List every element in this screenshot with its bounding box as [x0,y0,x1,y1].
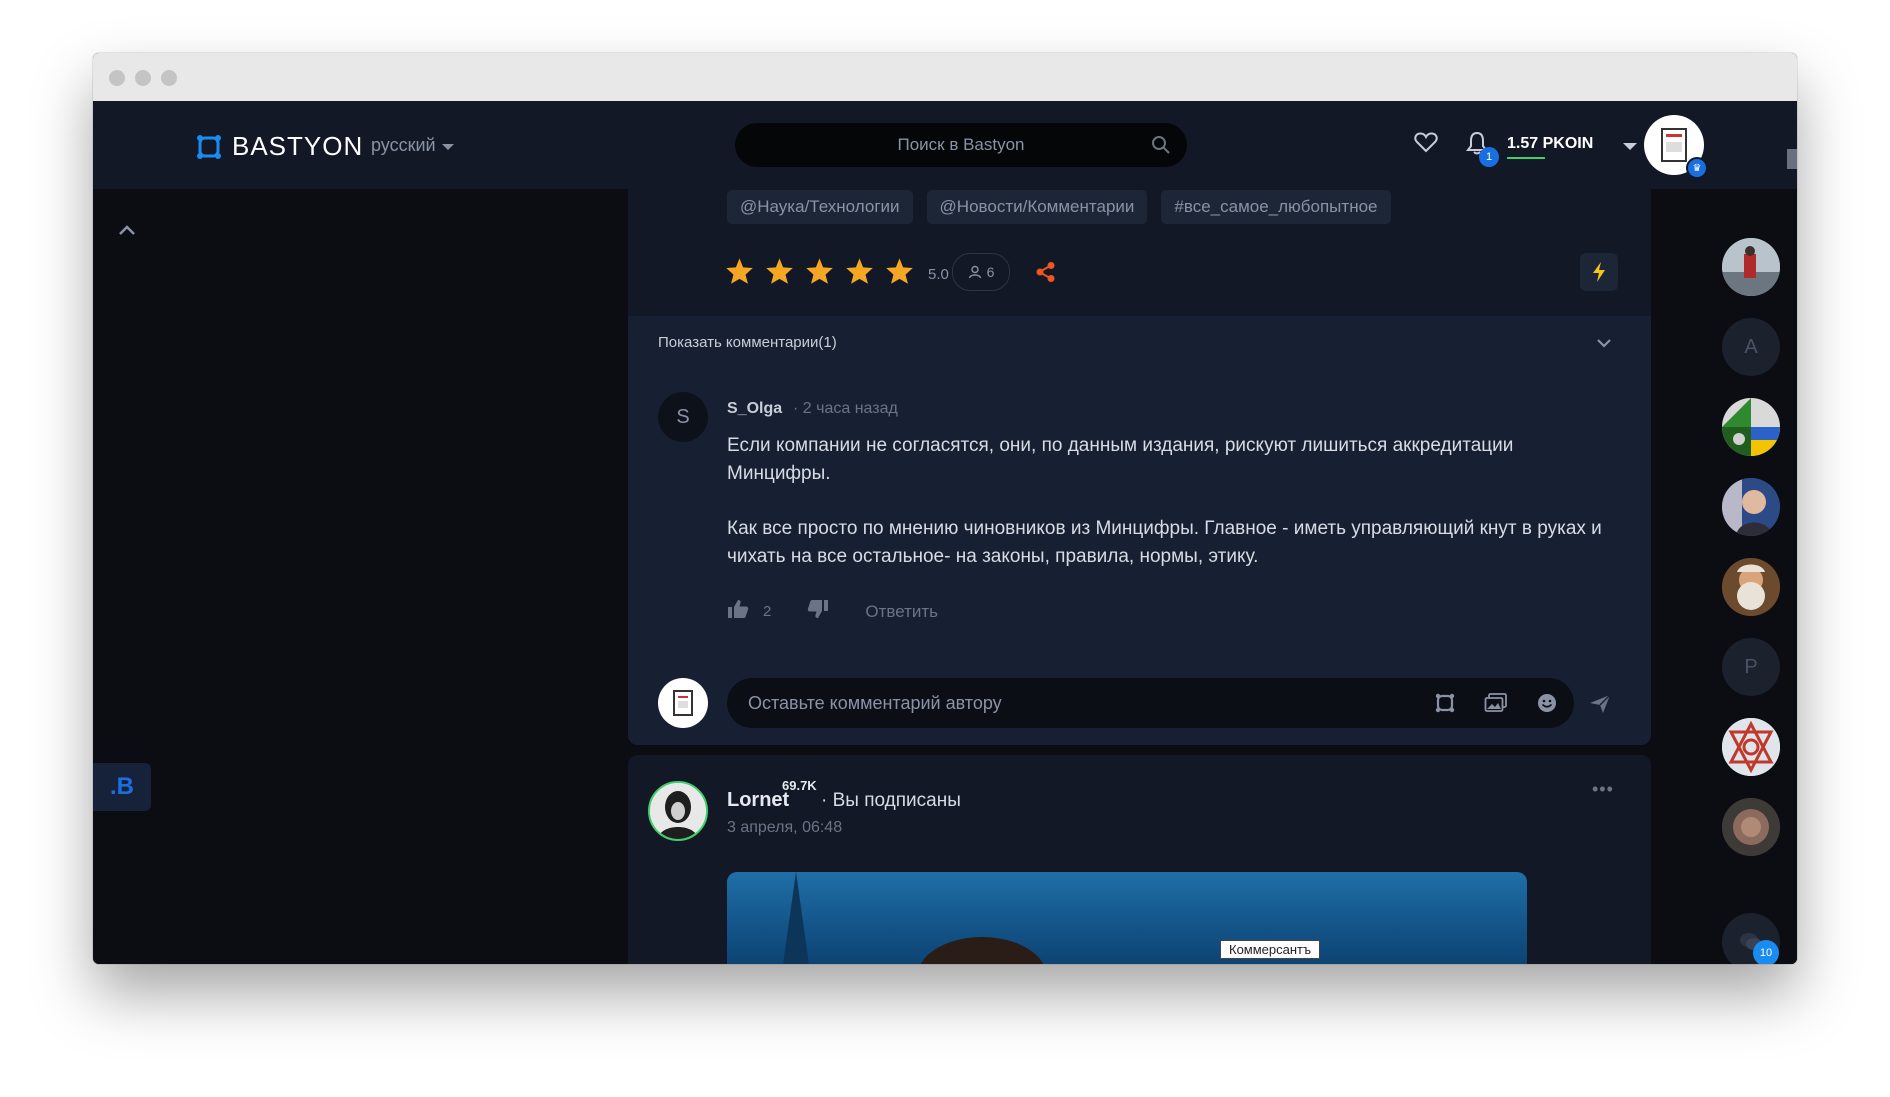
logo-text: BASTYON [232,131,364,161]
page-scrollbar[interactable] [1787,149,1797,964]
notification-badge: 1 [1479,147,1499,167]
user-avatar-image [1661,128,1687,162]
raters-count[interactable]: 6 [952,253,1010,291]
comment-field-icons [1434,692,1558,719]
search-icon[interactable] [1151,135,1171,160]
subscription-status: · Вы подписаны [821,790,961,811]
chat-badge: 10 [1753,940,1779,964]
image-figure-shape [917,937,1047,964]
chevron-up-icon[interactable] [117,223,137,242]
reply-link[interactable]: Ответить [865,602,938,622]
lightning-icon [1593,262,1605,282]
bastyon-logo-icon [196,134,222,160]
language-label: русский [371,135,436,155]
comments-section: Показать комментарии(1) S S_Olga · 2 час… [628,316,1651,745]
balance-dropdown-icon[interactable] [1623,143,1637,150]
tag[interactable]: #все_самое_любопытное [1161,190,1391,224]
wallet-balance[interactable]: 1.57 PKOIN [1507,135,1593,153]
avatar-photo-icon [1722,238,1780,296]
image-upload-icon[interactable] [1484,692,1508,719]
rail-avatar[interactable] [1722,798,1780,856]
avatar-person-icon [1722,478,1780,536]
post-menu-button[interactable]: ••• [1592,779,1614,800]
star-rating [725,257,914,285]
comment-time: · 2 часа назад [793,400,898,417]
avatar-bearded-man-icon [1722,558,1780,616]
image-spire-shape [782,872,810,964]
show-comments-toggle[interactable]: Показать комментарии(1) [658,334,837,351]
raters-number: 6 [986,264,995,280]
heart-icon[interactable] [1414,131,1438,158]
image-caption-label: Коммерсантъ [1220,940,1321,959]
thumbs-down-icon[interactable] [807,599,829,624]
author-reputation: 69.7K [782,778,817,793]
thumbs-up-icon[interactable] [727,599,749,624]
comment-paragraph: Как все просто по мнению чиновников из М… [727,518,1602,567]
post-date: 3 апреля, 06:48 [727,819,843,836]
avatar-mandala-icon [1722,718,1780,776]
post-image[interactable]: Коммерсантъ [727,872,1527,964]
crown-badge-icon: ♛ [1686,157,1708,179]
rail-avatar-letter: A [1744,335,1758,358]
star-icon[interactable] [885,257,914,285]
title-bar [93,53,1797,101]
chevron-down-icon[interactable] [1595,336,1613,354]
tag[interactable]: @Наука/Технологии [727,190,913,224]
rail-avatar-letter: P [1744,655,1758,678]
comment-author[interactable]: S_Olga [727,400,782,418]
caret-down-icon [441,143,454,150]
current-user-avatar [658,678,708,728]
author-avatar[interactable] [648,781,708,841]
rail-avatar[interactable] [1722,238,1780,296]
comment-input[interactable] [746,691,1310,715]
app: BASTYON русский 1 1.57 PKOIN [93,101,1797,964]
post-tags: @Наука/Технологии @Новости/Комментарии #… [727,190,1391,224]
balance-underline [1507,157,1545,159]
user-icon [968,265,981,279]
language-select[interactable]: русский [371,135,454,156]
send-icon[interactable] [1589,694,1611,719]
user-avatar-image [673,690,693,716]
avatar-flags-icon [1722,398,1780,456]
rail-avatar[interactable] [1722,718,1780,776]
scroll-thumb[interactable] [1787,149,1797,169]
comment-text: Если компании не согласятся, они, по дан… [727,432,1607,598]
star-icon[interactable] [845,257,874,285]
minimize-window-button[interactable] [135,70,151,86]
rail-avatar[interactable]: A [1722,318,1780,376]
top-header: BASTYON русский 1 1.57 PKOIN [93,101,1797,189]
rail-avatar[interactable] [1722,558,1780,616]
comment-avatar[interactable]: S [658,392,708,442]
rating-value: 5.0 [928,266,949,283]
maximize-window-button[interactable] [161,70,177,86]
star-icon[interactable] [765,257,794,285]
star-icon[interactable] [725,257,754,285]
post-card: @Наука/Технологии @Новости/Комментарии #… [628,189,1651,745]
comment-field [727,678,1574,728]
logo[interactable]: BASTYON [196,131,363,162]
post-author[interactable]: Lornet [727,789,789,812]
comment-actions: 2 Ответить [727,599,938,624]
rail-avatar[interactable]: P [1722,638,1780,696]
search-input[interactable] [779,134,1143,156]
close-window-button[interactable] [109,70,125,86]
browser-window: BASTYON русский 1 1.57 PKOIN [93,53,1797,964]
bastyon-b-button[interactable]: .B [93,763,151,811]
share-icon[interactable] [1035,261,1057,288]
rail-avatar[interactable] [1722,478,1780,536]
tag[interactable]: @Новости/Комментарии [926,190,1148,224]
donate-icon[interactable] [1434,692,1456,719]
emoji-icon[interactable] [1536,692,1558,719]
star-icon[interactable] [805,257,834,285]
rail-avatar[interactable] [1722,398,1780,456]
search-bar [735,123,1187,167]
comment-paragraph: Если компании не согласятся, они, по дан… [727,435,1514,484]
post-card: Lornet 69.7K · Вы подписаны 3 апреля, 06… [628,755,1651,964]
author-portrait-icon [650,783,706,839]
avatar-photo-icon [1722,798,1780,856]
boost-button[interactable] [1580,253,1618,291]
like-count: 2 [763,603,772,620]
